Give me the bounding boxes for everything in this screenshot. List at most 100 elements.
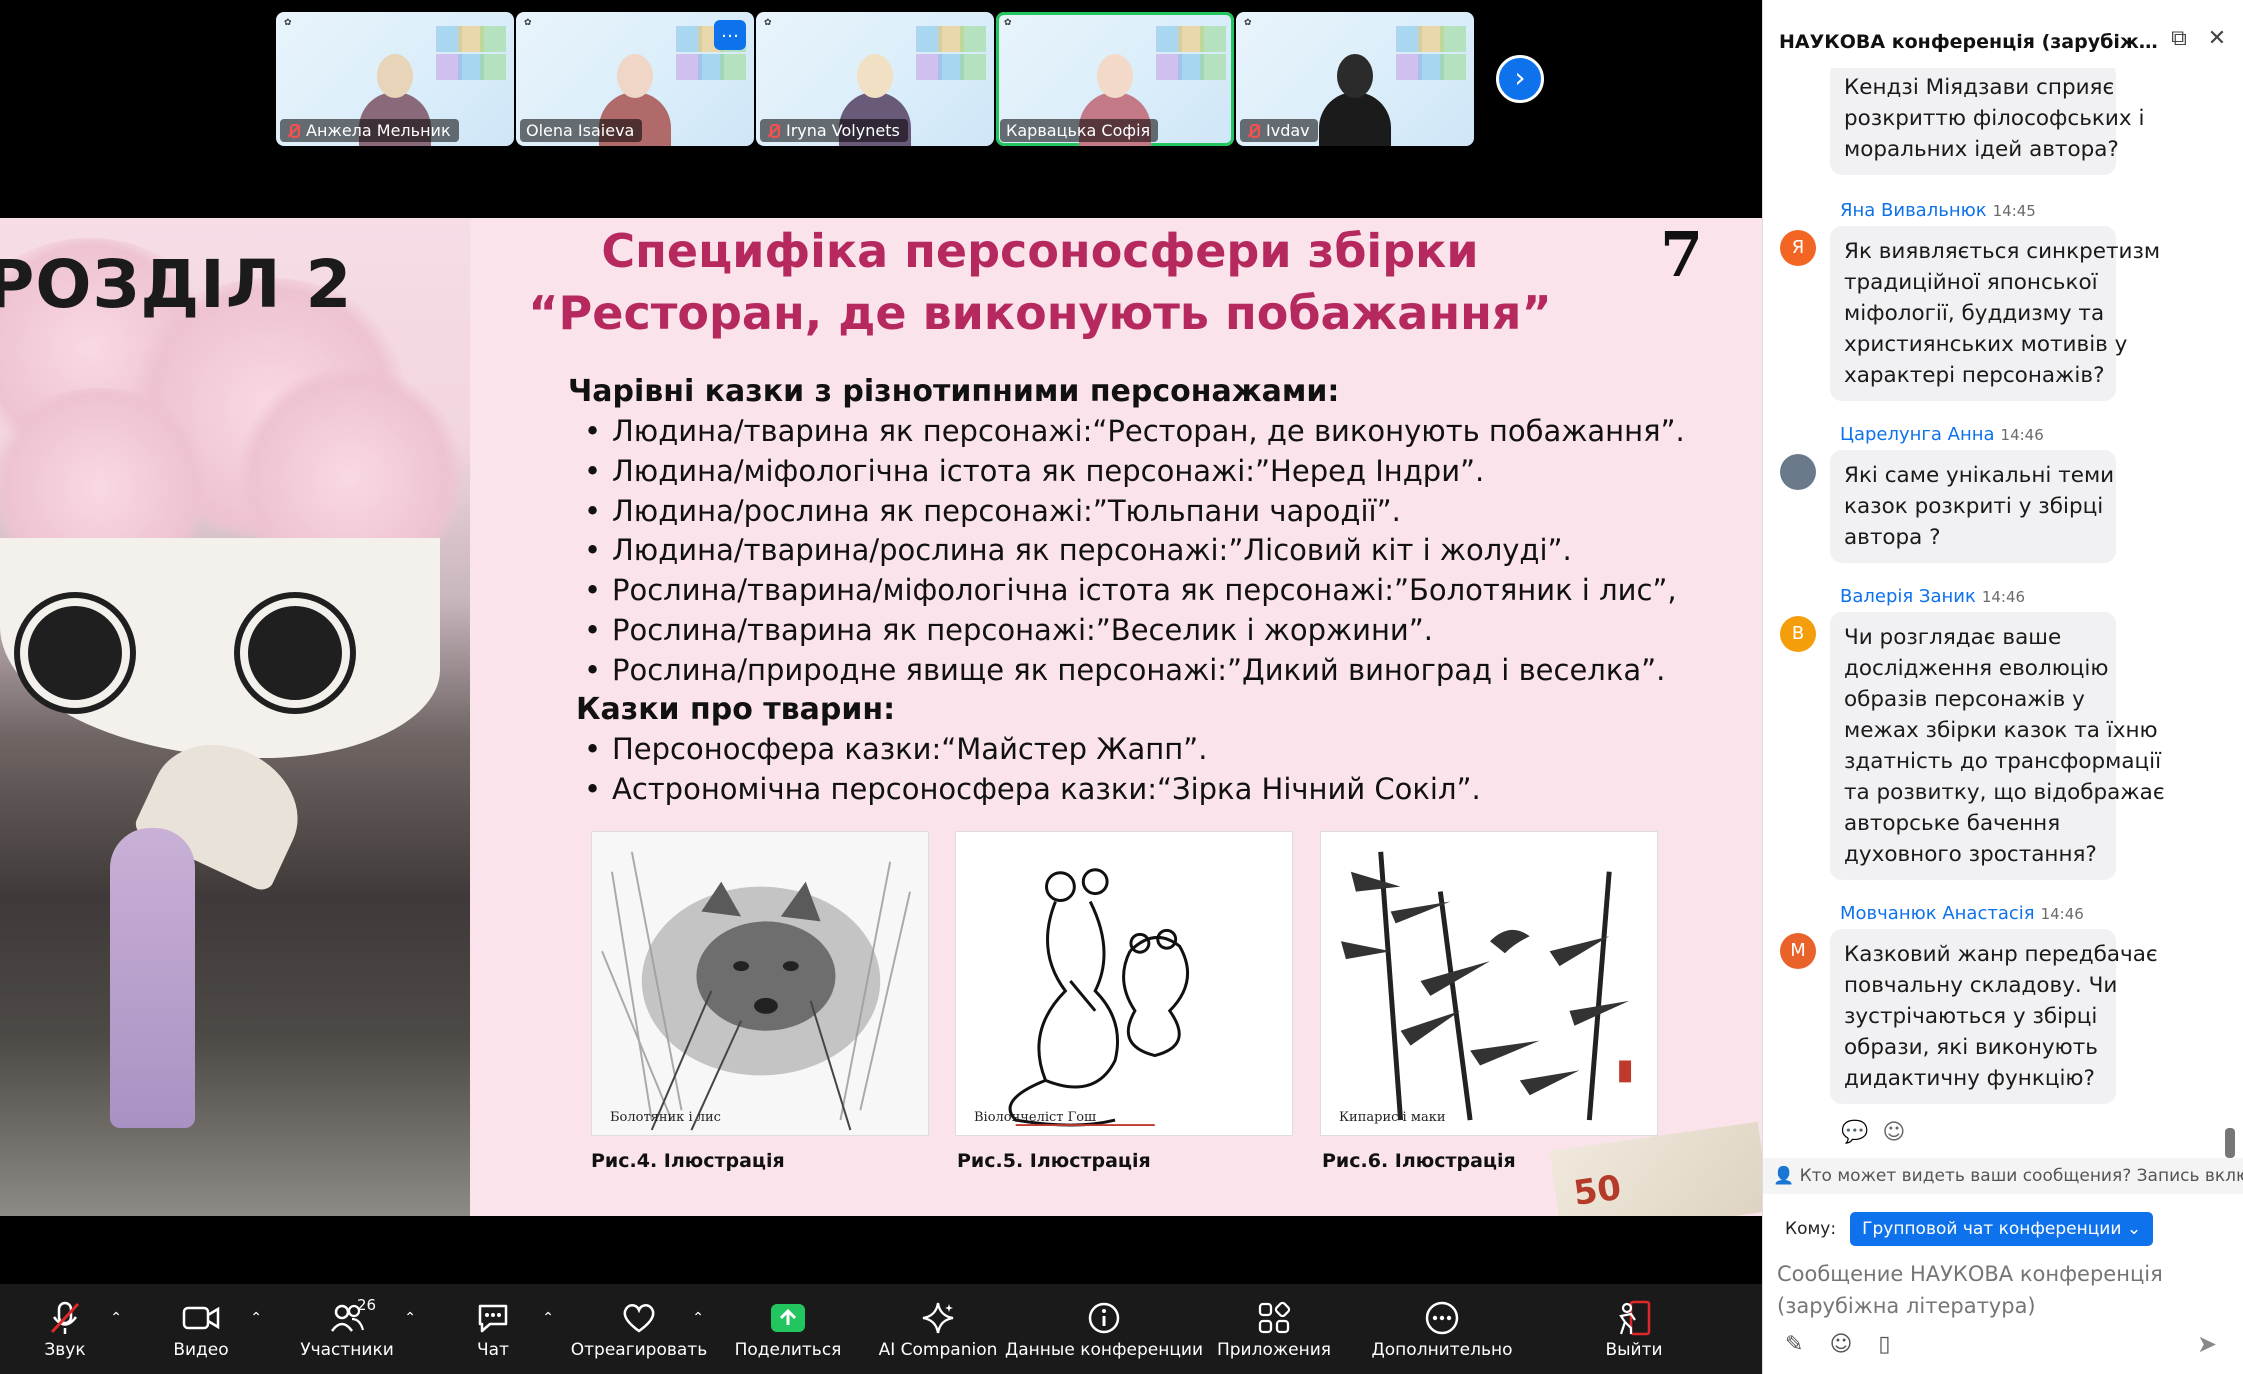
share-button[interactable]: Поделиться [714,1284,862,1374]
message-bubble[interactable]: Кендзі Міядзави сприяє розкриттю філософс… [1830,68,2145,175]
tile-background-cubes [1156,26,1226,106]
participant-tile[interactable]: ✿ Iryna Volynets [756,12,994,146]
more-label: Дополнительно [1371,1340,1513,1360]
recipient-label: Кому: [1785,1219,1837,1239]
chat-panel: НАУКОВА конференція (зарубіжна л... ⧉ ✕ … [1762,0,2243,1374]
caret-up-icon[interactable]: ⌃ [110,1310,122,1326]
participant-strip: ✿ Анжела Мельник ✿ Olena Isaieva … ✿ Iryna … [276,12,1474,146]
chat-button[interactable]: Чат ⌃ [422,1284,564,1374]
people-icon: 👤 [1773,1166,1800,1186]
caret-up-icon[interactable]: ⌃ [404,1310,416,1326]
participant-name: Карвацька Софія [1006,121,1151,140]
message-bubble[interactable]: Як виявляється синкретизм традиційної япо… [1830,226,2160,401]
privacy-notice[interactable]: 👤 Кто может видеть ваши сообщения? Запис… [1763,1158,2243,1194]
apps-icon [1252,1298,1296,1338]
mic-muted-icon [43,1298,87,1338]
bullet-item: Рослина/тварина/міфологічна істота як пе… [576,571,1685,611]
mic-muted-icon [286,123,300,139]
avatar: В [1780,616,1816,652]
emoji-icon[interactable]: ☺ [1829,1332,1852,1357]
avatar-initial: М [1790,940,1806,961]
participant-name-bar: Iryna Volynets [760,119,908,142]
participant-tile[interactable]: ✿ Анжела Мельник [276,12,514,146]
tile-brand: ✿ [524,18,532,28]
apps-label: Приложения [1216,1340,1332,1360]
tile-background-cubes [436,26,506,106]
message-time: 14:45 [1992,202,2036,220]
figure-caption-4: Рис.4. Ілюстрація [591,1150,785,1172]
avatar [1780,454,1816,490]
leave-button[interactable]: Выйти [1530,1284,1738,1374]
message-time: 14:46 [2000,426,2044,444]
info-button[interactable]: Данные конференции [1005,1284,1203,1374]
chevron-down-icon: ⌄ [2126,1219,2142,1239]
message-line: межах збірки казок та їхню [1844,718,2158,743]
chevron-right-icon: › [1514,61,1526,94]
apps-button[interactable]: Приложения [1194,1284,1354,1374]
section-heading: РОЗДІЛ 2 [0,246,353,323]
recipient-value: Групповой чат конференции [1862,1219,2122,1239]
slide-number: 7 [1660,218,1704,291]
figure-fox: Болотяник і лис [591,831,929,1136]
react-button[interactable]: Отреагировать ⌃ [564,1284,714,1374]
close-icon[interactable]: ✕ [2205,28,2229,52]
message-input[interactable]: Сообщение НАУКОВА конференція (зарубіжна… [1777,1258,2217,1322]
next-participants-button[interactable]: › [1496,55,1544,103]
participant-name-bar: Olena Isaieva [520,119,643,142]
heading-animal-tales: Казки про тварин: [576,692,896,727]
meeting-stage: ✿ Анжела Мельник ✿ Olena Isaieva … ✿ Iryna … [0,0,1762,1374]
bullet-item: Людина/тварина/рослина як персонажі:”Ліс… [576,531,1685,571]
author-name: Яна Вивальнюк [1840,200,1987,221]
mic-muted-icon [1246,123,1260,139]
message-line: авторське бачення [1844,811,2061,836]
recipient-select[interactable]: Групповой чат конференции ⌄ [1850,1212,2154,1246]
message-line: дослідження еволюцію [1844,656,2109,681]
woman-with-parasol [110,721,319,1138]
leave-label: Выйти [1605,1340,1663,1360]
tile-brand: ✿ [1244,18,1252,28]
message-bubble[interactable]: Казковий жанр передбачає повчальну складо… [1830,929,2158,1104]
figure-caption-5: Рис.5. Ілюстрація [957,1150,1151,1172]
send-icon[interactable]: ➤ [2197,1330,2217,1358]
more-button[interactable]: Дополнительно [1354,1284,1530,1374]
participant-name-bar: Карвацька Софія [1000,119,1159,142]
sparkle-icon [916,1298,960,1338]
audio-label: Звук [44,1340,86,1360]
message-bubble[interactable]: Чи розглядає ваше дослідження еволюцію обр… [1830,612,2165,880]
caret-up-icon[interactable]: ⌃ [250,1310,262,1326]
pop-out-icon[interactable]: ⧉ [2167,28,2191,52]
caret-up-icon[interactable]: ⌃ [542,1310,554,1326]
share-screen-icon [766,1298,810,1338]
participant-tile[interactable]: ✿ Карвацька Софія [996,12,1234,146]
file-icon[interactable]: ▯ [1878,1332,1890,1357]
author-name: Царелунга Анна [1840,424,1995,445]
video-button[interactable]: Видео ⌃ [130,1284,272,1374]
message-time: 14:46 [1981,588,2026,606]
participant-tile[interactable]: ✿ Olena Isaieva … [516,12,754,146]
message-bubble[interactable]: Які саме унікальні теми казок розкриті у … [1830,450,2116,563]
more-options-button[interactable]: … [714,20,746,50]
message-line: розкриттю філософських і [1844,106,2145,131]
participants-button[interactable]: 26 Участники ⌃ [272,1284,422,1374]
meeting-toolbar: Звук ⌃ Видео ⌃ 26 Участники ⌃ Чат ⌃ Отреагиро… [0,1284,1762,1374]
format-text-icon[interactable]: ✎ [1785,1332,1803,1357]
caret-up-icon[interactable]: ⌃ [692,1310,704,1326]
add-reaction-icon[interactable]: ☺ [1882,1120,1905,1145]
avatar: Я [1780,230,1816,266]
ai-button[interactable]: AI Companion [862,1284,1014,1374]
tile-background-cubes [1396,26,1466,106]
reply-icon[interactable]: 💬 [1841,1120,1868,1145]
avatar: М [1780,933,1816,969]
message-line: автора ? [1844,525,1941,550]
message-author: Валерія Заник 14:46 [1840,586,2025,607]
message-author: Царелунга Анна 14:46 [1840,424,2044,445]
participant-name-bar: Анжела Мельник [280,119,459,142]
audio-button[interactable]: Звук ⌃ [0,1284,130,1374]
share-label: Поделиться [734,1340,842,1360]
bullet-item: Людина/рослина як персонажі:”Тюльпани ча… [576,492,1685,532]
participant-tile[interactable]: ✿ Ivdav [1236,12,1474,146]
chat-scrollbar[interactable] [2225,1128,2235,1158]
author-name: Валерія Заник [1840,586,1976,607]
message-line: дидактичну функцію? [1844,1066,2095,1091]
message-time: 14:46 [2040,905,2084,923]
